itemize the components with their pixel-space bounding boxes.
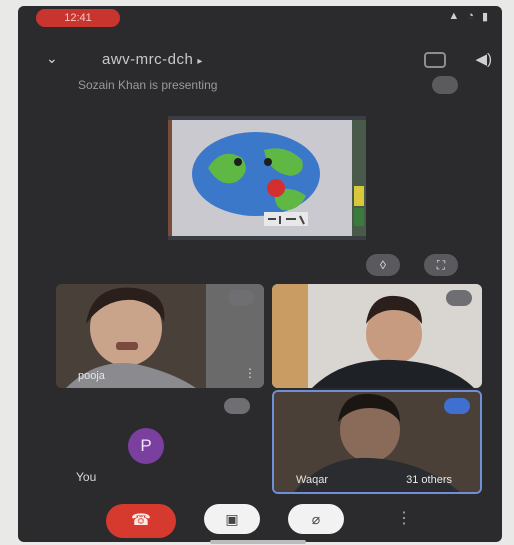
self-label: You bbox=[76, 470, 97, 484]
speaker-icon[interactable]: ◀) bbox=[475, 50, 492, 68]
mic-off-icon bbox=[228, 290, 254, 306]
fullscreen-icon: ⛶ bbox=[436, 258, 446, 272]
mic-toggle-button[interactable]: ⌀ bbox=[288, 504, 344, 534]
meeting-code-text: awv-mrc-dch bbox=[102, 51, 194, 68]
chevron-down-icon[interactable]: ⌄ bbox=[46, 50, 58, 67]
end-call-button[interactable]: ☎ bbox=[106, 504, 176, 538]
participant-tile-2[interactable]: ⋮ bbox=[272, 284, 482, 388]
mic-off-icon: ⌀ bbox=[311, 511, 321, 527]
participant-tile-waqar[interactable]: Waqar 31 others bbox=[272, 390, 482, 494]
status-time: 12:41 bbox=[36, 9, 120, 27]
signal-icon: ▲ bbox=[448, 10, 460, 22]
presenting-text: Sozain Khan is presenting bbox=[78, 78, 218, 92]
speaking-indicator-icon bbox=[444, 398, 470, 414]
more-options-icon[interactable]: ⋮ bbox=[462, 366, 474, 380]
participant-name: Waqar bbox=[296, 474, 328, 486]
camera-toggle-button[interactable]: ▣ bbox=[204, 504, 260, 534]
end-call-icon: ☎ bbox=[131, 512, 151, 529]
camera-off-icon: ▣ bbox=[225, 511, 239, 527]
fullscreen-button[interactable]: ⛶ bbox=[424, 254, 458, 276]
pin-button[interactable]: ◊ bbox=[366, 254, 400, 276]
self-avatar: P bbox=[128, 428, 164, 464]
meeting-header: ⌄ awv-mrc-dch ▸ ◀) bbox=[18, 46, 502, 76]
others-count: 31 others bbox=[406, 474, 452, 486]
caret-right-icon: ▸ bbox=[197, 56, 203, 67]
participant-name: pooja bbox=[78, 370, 105, 382]
meeting-code[interactable]: awv-mrc-dch ▸ bbox=[102, 51, 203, 68]
mic-off-icon bbox=[446, 290, 472, 306]
more-options-button[interactable]: ⋮ bbox=[396, 508, 412, 528]
battery-icon: ▮ bbox=[481, 11, 488, 23]
wifi-icon: ◔ bbox=[467, 10, 474, 22]
phone-screen: 12:41 ▲ ◔ ▮ ⌄ awv-mrc-dch ▸ ◀) Sozain Kha… bbox=[18, 6, 502, 542]
more-options-icon[interactable]: ⋮ bbox=[244, 366, 256, 380]
status-icons: ▲ ◔ ▮ bbox=[448, 10, 488, 23]
presentation-slide-image bbox=[168, 116, 366, 240]
home-indicator bbox=[210, 540, 306, 544]
self-mic-off-icon bbox=[224, 398, 250, 414]
presentation-options-icon[interactable] bbox=[432, 76, 458, 94]
shared-presentation[interactable] bbox=[168, 116, 366, 240]
status-bar: 12:41 ▲ ◔ ▮ bbox=[18, 6, 502, 30]
call-controls: ☎ ▣ ⌀ ⋮ bbox=[18, 500, 502, 542]
switch-camera-icon[interactable] bbox=[424, 52, 446, 68]
participant-tile-pooja[interactable]: pooja ⋮ bbox=[56, 284, 264, 388]
pin-icon: ◊ bbox=[380, 258, 386, 272]
